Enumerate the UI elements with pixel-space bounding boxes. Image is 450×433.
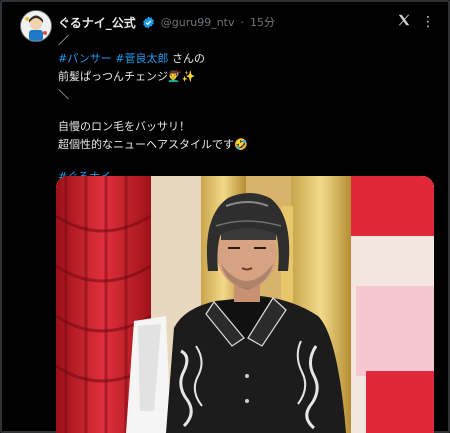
text-line-hashtags: #パンサー #菅良太郎 さんの (58, 50, 428, 68)
timestamp[interactable]: 15分 (250, 14, 275, 30)
text-line: 自慢のロン毛をバッサリ！ (58, 120, 190, 133)
photo-illustration (56, 176, 434, 433)
text-line: 超個性的なニューヘアスタイルです🤣 (58, 138, 248, 151)
post-photo[interactable] (56, 176, 434, 433)
hashtag-link[interactable]: #菅良太郎 (115, 52, 168, 65)
post-text: ／ #パンサー #菅良太郎 さんの 前髪ぱっつんチェンジ💇‍♂️✨ ＼ 自慢のロ… (58, 32, 428, 186)
x-logo-icon[interactable] (397, 13, 411, 31)
avatar-illustration (21, 11, 51, 41)
avatar[interactable] (20, 10, 52, 42)
hashtag-link[interactable]: #パンサー (58, 52, 112, 65)
post-header: ぐるナイ_公式 @guru99_ntv · 15分 ⋮ (58, 12, 435, 32)
verified-badge-icon (142, 16, 155, 29)
text-line-open-bracket: ／ (58, 34, 69, 47)
handle[interactable]: @guru99_ntv (161, 16, 235, 29)
text-fragment: さんの (168, 52, 205, 65)
text-line: 前髪ぱっつんチェンジ💇‍♂️✨ (58, 70, 196, 83)
display-name[interactable]: ぐるナイ_公式 (58, 14, 136, 31)
separator-dot: · (240, 15, 245, 29)
text-line-close-bracket: ＼ (58, 88, 69, 101)
more-options-icon[interactable]: ⋮ (421, 14, 435, 30)
